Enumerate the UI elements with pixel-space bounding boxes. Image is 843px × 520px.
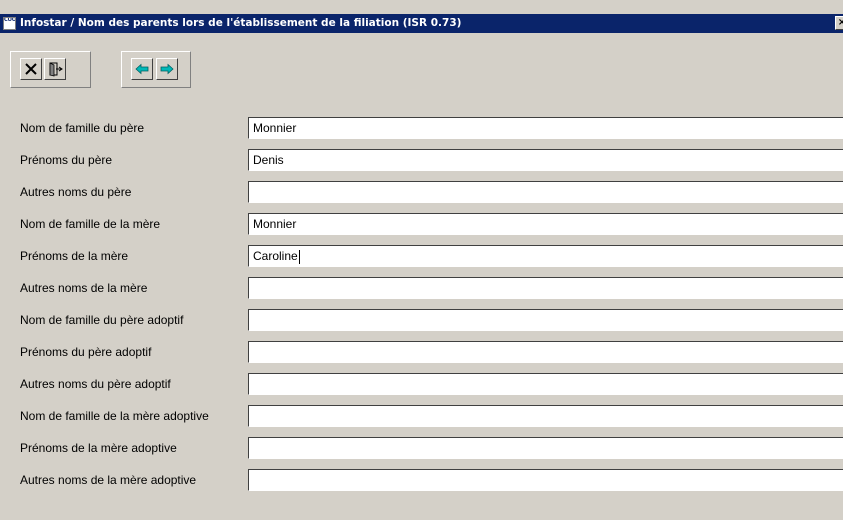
app-window: COOL GEN Infostar / Nom des parents lors… xyxy=(0,0,843,520)
field-nom-famille-pere[interactable]: Monnier xyxy=(248,117,843,139)
next-button[interactable] xyxy=(156,58,178,80)
field-nom-famille-pere-adoptif[interactable] xyxy=(248,309,843,331)
arrow-left-icon xyxy=(135,63,149,75)
label-nom-famille-mere-adoptive: Nom de famille de la mère adoptive xyxy=(20,409,209,423)
label-nom-famille-mere: Nom de famille de la mère xyxy=(20,217,161,231)
toolbar-group-actions xyxy=(10,51,91,88)
door-exit-icon xyxy=(49,62,63,77)
text-caret xyxy=(298,249,300,264)
title-bar: COOL GEN Infostar / Nom des parents lors… xyxy=(0,14,843,33)
close-button[interactable]: × xyxy=(835,16,843,30)
label-nom-famille-pere-adoptif: Nom de famille du père adoptif xyxy=(20,313,184,327)
label-autres-noms-mere: Autres noms de la mère xyxy=(20,281,148,295)
label-prenoms-mere-adoptive: Prénoms de la mère adoptive xyxy=(20,441,177,455)
field-autres-noms-mere-adoptive[interactable] xyxy=(248,469,843,491)
field-prenoms-mere-adoptive[interactable] xyxy=(248,437,843,459)
field-nom-famille-mere[interactable]: Monnier xyxy=(248,213,843,235)
field-autres-noms-mere[interactable] xyxy=(248,277,843,299)
label-nom-famille-pere: Nom de famille du père xyxy=(20,121,145,135)
label-autres-noms-pere-adoptif: Autres noms du père adoptif xyxy=(20,377,171,391)
cancel-button[interactable] xyxy=(20,58,42,80)
label-prenoms-pere-adoptif: Prénoms du père adoptif xyxy=(20,345,152,359)
x-icon xyxy=(25,63,37,75)
toolbar-group-navigation xyxy=(121,51,191,88)
arrow-right-icon xyxy=(160,63,174,75)
label-autres-noms-pere: Autres noms du père xyxy=(20,185,132,199)
field-nom-famille-mere-adoptive[interactable] xyxy=(248,405,843,427)
window-title: Infostar / Nom des parents lors de l'éta… xyxy=(20,17,462,29)
field-prenoms-mere-text: Caroline xyxy=(253,249,298,263)
field-prenoms-pere[interactable]: Denis xyxy=(248,149,843,171)
previous-button[interactable] xyxy=(131,58,153,80)
field-prenoms-pere-adoptif[interactable] xyxy=(248,341,843,363)
field-autres-noms-pere[interactable] xyxy=(248,181,843,203)
app-icon: COOL GEN xyxy=(3,17,16,30)
label-prenoms-pere: Prénoms du père xyxy=(20,153,113,167)
field-autres-noms-pere-adoptif[interactable] xyxy=(248,373,843,395)
label-autres-noms-mere-adoptive: Autres noms de la mère adoptive xyxy=(20,473,197,487)
label-prenoms-mere: Prénoms de la mère xyxy=(20,249,129,263)
field-prenoms-mere[interactable]: Caroline xyxy=(248,245,843,267)
exit-button[interactable] xyxy=(44,58,66,80)
